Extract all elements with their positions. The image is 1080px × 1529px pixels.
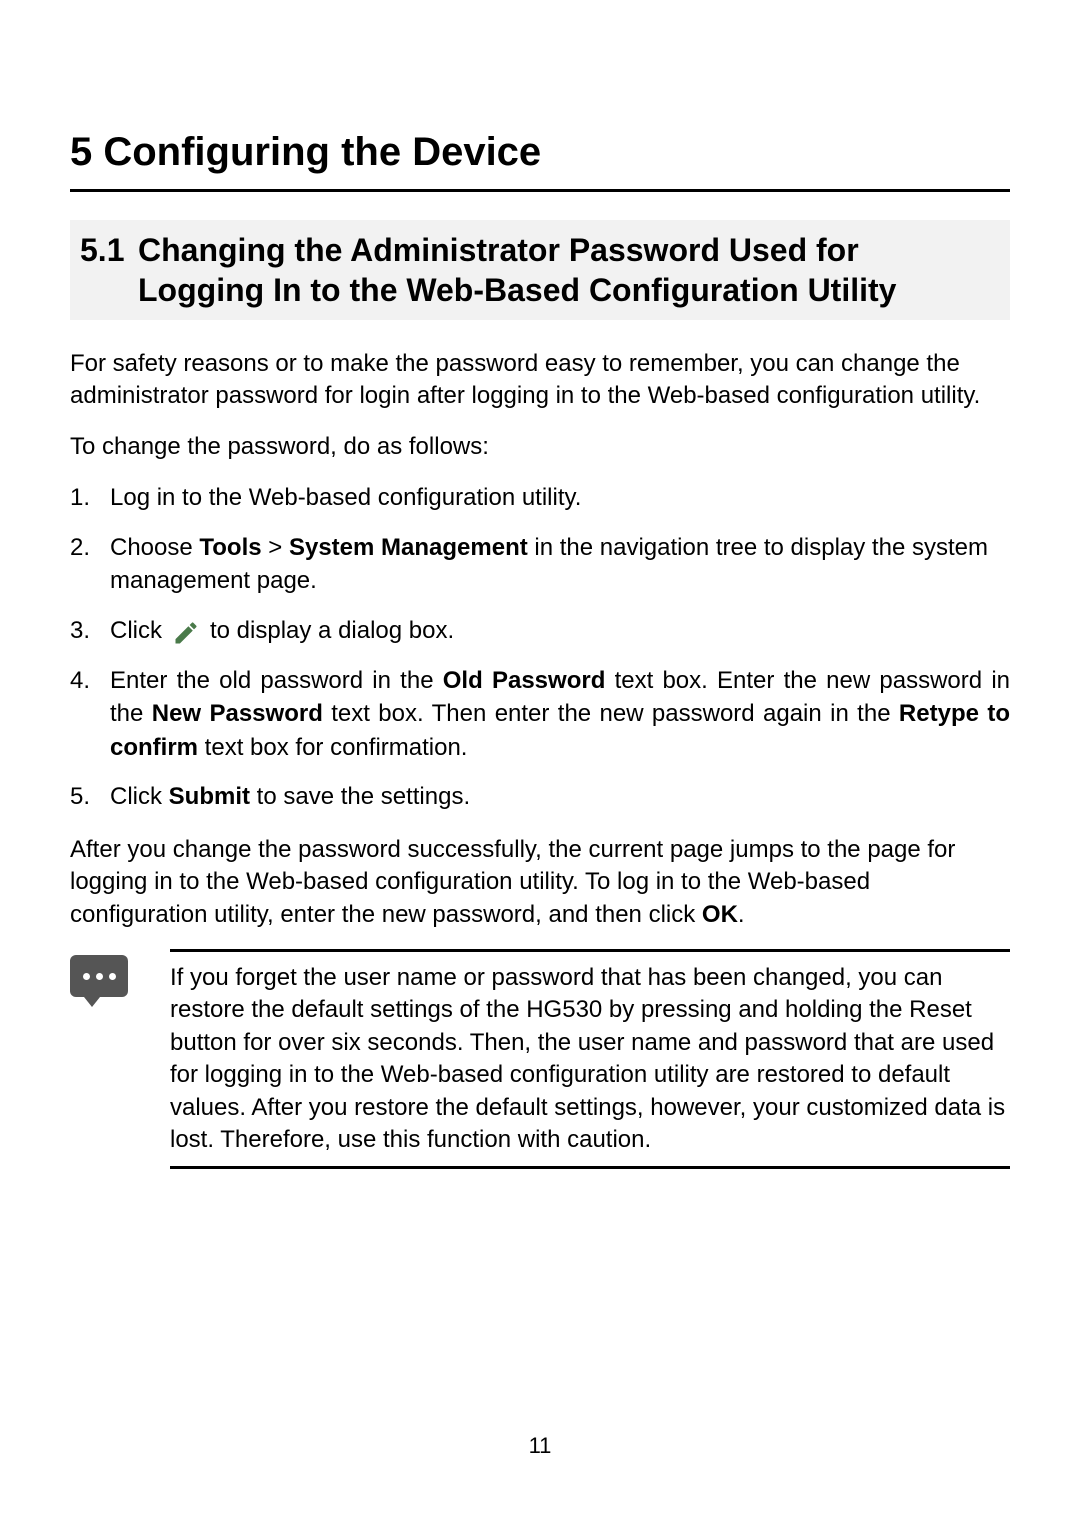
step-text: Choose	[110, 534, 199, 561]
bold-text: System Management	[289, 534, 528, 561]
step-item: Log in to the Web-based configuration ut…	[70, 481, 1010, 515]
step-text: to save the settings.	[250, 783, 470, 810]
after-text: After you change the password successful…	[70, 836, 955, 928]
section-heading: 5.1Changing the Administrator Password U…	[70, 220, 1010, 320]
step-item: Choose Tools > System Management in the …	[70, 531, 1010, 598]
step-text: >	[262, 534, 289, 561]
dot-icon	[96, 973, 103, 980]
bold-text: New Password	[152, 700, 323, 727]
manual-page: 5 Configuring the Device 5.1Changing the…	[0, 0, 1080, 1169]
step-item: Click to display a dialog box.	[70, 614, 1010, 648]
note-icon	[70, 955, 128, 997]
chapter-heading: 5 Configuring the Device	[70, 130, 1010, 192]
bold-text: Submit	[169, 783, 250, 810]
intro-paragraph: For safety reasons or to make the passwo…	[70, 348, 1010, 413]
dot-icon	[83, 973, 90, 980]
step-text: Log in to the Web-based configuration ut…	[110, 484, 581, 511]
note-block: If you forget the user name or password …	[70, 949, 1010, 1169]
after-text: .	[738, 901, 745, 928]
step-text: Click	[110, 614, 162, 648]
page-number: 11	[0, 1433, 1080, 1459]
step-text: Enter the old password in the	[110, 667, 443, 694]
pencil-icon	[172, 619, 200, 647]
intro-paragraph-2: To change the password, do as follows:	[70, 431, 1010, 463]
step-item: Enter the old password in the Old Passwo…	[70, 664, 1010, 765]
after-paragraph: After you change the password successful…	[70, 834, 1010, 931]
step-item: Click Submit to save the settings.	[70, 780, 1010, 814]
step-text: text box for confirmation.	[198, 734, 467, 761]
steps-list: Log in to the Web-based configuration ut…	[70, 481, 1010, 814]
section-number: 5.1	[80, 230, 138, 270]
bold-text: Tools	[199, 534, 261, 561]
section-title: Changing the Administrator Password Used…	[138, 230, 990, 310]
step-text: Click	[110, 783, 169, 810]
note-icon-column	[70, 949, 140, 1169]
bold-text: OK	[702, 901, 738, 928]
dot-icon	[109, 973, 116, 980]
step-text: to display a dialog box.	[210, 614, 454, 648]
bold-text: Old Password	[443, 667, 606, 694]
note-text: If you forget the user name or password …	[170, 949, 1010, 1169]
step-text: text box. Then enter the new password ag…	[323, 700, 899, 727]
